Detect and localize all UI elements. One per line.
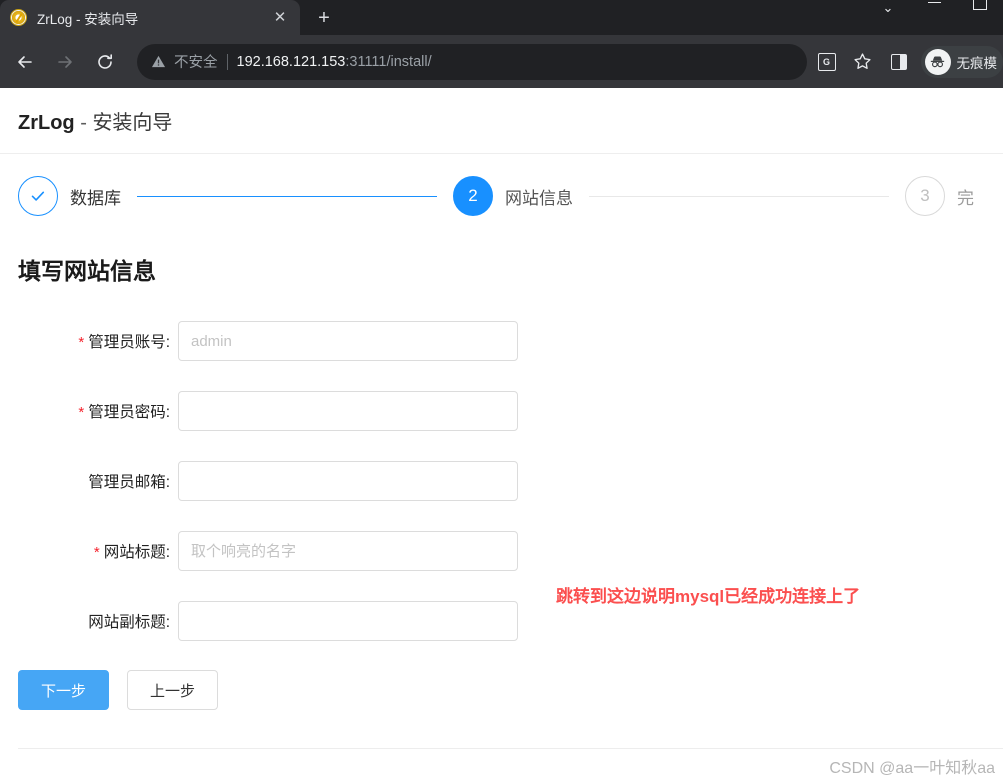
brand-name: ZrLog xyxy=(18,112,75,134)
forward-button[interactable] xyxy=(47,44,83,80)
back-button[interactable] xyxy=(7,44,43,80)
admin-account-label-text: 管理员账号: xyxy=(88,334,170,351)
translate-icon: G xyxy=(818,53,836,71)
tab-title: ZrLog - 安装向导 xyxy=(37,8,270,28)
admin-account-input[interactable] xyxy=(178,321,518,361)
step-2-label: 网站信息 xyxy=(505,184,573,209)
side-panel-icon xyxy=(891,54,907,70)
mysql-success-annotation: 跳转到这边说明mysql已经成功连接上了 xyxy=(556,582,860,607)
incognito-icon xyxy=(925,49,951,75)
reload-button[interactable] xyxy=(87,44,123,80)
footer-divider xyxy=(18,748,1003,749)
field-row-admin-email: 管理员邮箱: xyxy=(0,446,1003,516)
admin-email-label-text: 管理员邮箱: xyxy=(88,474,170,491)
close-icon[interactable]: ✕ xyxy=(270,8,290,28)
field-row-admin-password: *管理员密码: xyxy=(0,376,1003,446)
required-mark: * xyxy=(94,544,100,561)
zrlog-favicon-icon xyxy=(10,9,27,26)
next-step-button[interactable]: 下一步 xyxy=(18,670,109,710)
step-1-label: 数据库 xyxy=(70,184,121,209)
site-subtitle-input[interactable] xyxy=(178,601,518,641)
chevron-down-icon[interactable]: ⌄ xyxy=(865,0,911,16)
csdn-watermark: CSDN @aa一叶知秋aa xyxy=(829,754,995,778)
address-bar[interactable]: 不安全 192.168.121.153 :31111/install/ xyxy=(137,44,807,80)
site-title-label: *网站标题: xyxy=(0,540,178,562)
step-2-circle: 2 xyxy=(453,176,493,216)
security-status-text: 不安全 xyxy=(174,51,218,72)
admin-email-input[interactable] xyxy=(178,461,518,501)
warning-triangle-icon xyxy=(151,54,166,69)
site-title-input[interactable] xyxy=(178,531,518,571)
step-1-circle xyxy=(18,176,58,216)
required-mark: * xyxy=(78,334,84,351)
new-tab-button[interactable]: + xyxy=(310,4,338,32)
brand-dash: - xyxy=(75,112,93,134)
side-panel-button[interactable] xyxy=(883,46,915,78)
incognito-label: 无痕模 xyxy=(957,52,998,72)
previous-step-button[interactable]: 上一步 xyxy=(127,670,218,710)
window-controls: ⌄ xyxy=(813,0,1003,16)
step-3-label: 完 xyxy=(957,184,974,209)
form-heading: 填写网站信息 xyxy=(0,252,1003,286)
brand-subtitle: 安装向导 xyxy=(92,112,172,134)
site-subtitle-label: 网站副标题: xyxy=(0,610,178,632)
bookmark-button[interactable] xyxy=(847,46,879,78)
step-3-circle: 3 xyxy=(905,176,945,216)
step-connector-2 xyxy=(589,196,889,197)
translate-button[interactable]: G xyxy=(811,46,843,78)
maximize-icon[interactable] xyxy=(957,0,1003,16)
admin-account-label: *管理员账号: xyxy=(0,330,178,352)
browser-toolbar: 不安全 192.168.121.153 :31111/install/ G xyxy=(0,35,1003,88)
step-site-info[interactable]: 2 网站信息 xyxy=(453,176,573,216)
site-subtitle-label-text: 网站副标题: xyxy=(88,614,170,631)
install-wizard-page: ZrLog - 安装向导 数据库 2 网站信息 3 完 填写网站信息 *管理员账… xyxy=(0,88,1003,777)
field-row-site-title: *网站标题: xyxy=(0,516,1003,586)
incognito-indicator[interactable]: 无痕模 xyxy=(921,46,1003,78)
admin-password-input[interactable] xyxy=(178,391,518,431)
url-host: 192.168.121.153 xyxy=(237,54,346,70)
wizard-steps: 数据库 2 网站信息 3 完 xyxy=(0,154,1003,238)
admin-email-label: 管理员邮箱: xyxy=(0,470,178,492)
admin-password-label-text: 管理员密码: xyxy=(88,404,170,421)
page-header: ZrLog - 安装向导 xyxy=(0,88,1003,154)
url-path: :31111/install/ xyxy=(345,54,431,70)
omnibox-divider xyxy=(227,54,228,70)
step-finish[interactable]: 3 完 xyxy=(905,176,974,216)
required-mark: * xyxy=(78,404,84,421)
field-row-admin-account: *管理员账号: xyxy=(0,306,1003,376)
form-actions: 下一步 上一步 xyxy=(0,670,1003,710)
step-connector-1 xyxy=(137,196,437,197)
browser-chrome: ZrLog - 安装向导 ✕ + ⌄ 不安全 1 xyxy=(0,0,1003,88)
admin-password-label: *管理员密码: xyxy=(0,400,178,422)
site-title-label-text: 网站标题: xyxy=(104,544,170,561)
page-title: ZrLog - 安装向导 xyxy=(18,106,172,135)
step-database[interactable]: 数据库 xyxy=(18,176,121,216)
site-info-form: *管理员账号: *管理员密码: 管理员邮箱: *网站标题: 网站副标题: xyxy=(0,306,1003,710)
browser-tab[interactable]: ZrLog - 安装向导 ✕ xyxy=(0,0,300,35)
minimize-icon[interactable] xyxy=(911,0,957,16)
tab-strip: ZrLog - 安装向导 ✕ + ⌄ xyxy=(0,0,1003,35)
